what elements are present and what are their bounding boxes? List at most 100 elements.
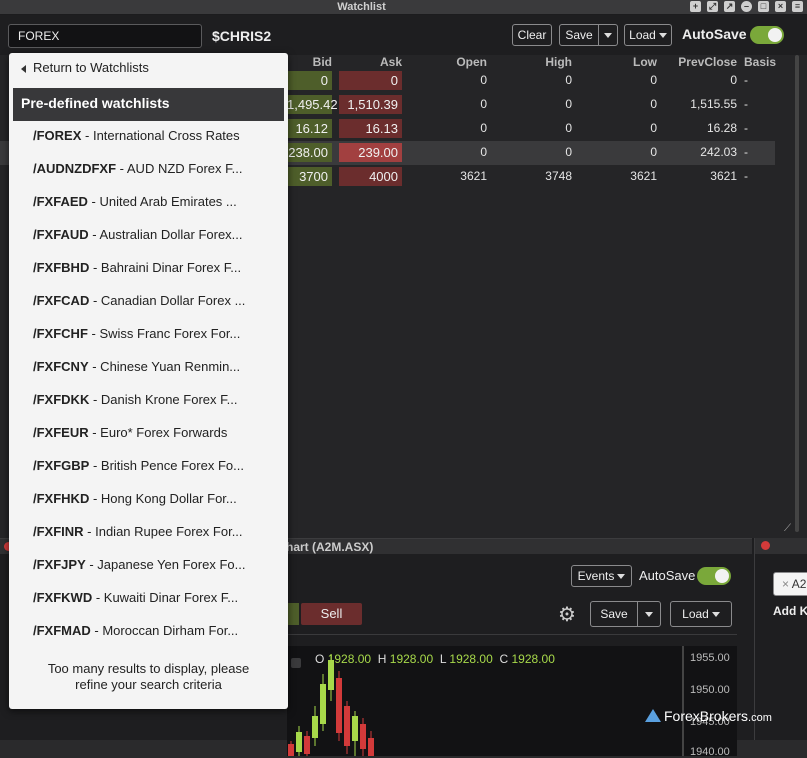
ask-cell[interactable]: 16.13 [339,119,402,138]
bid-cell[interactable]: 16.12 [287,119,332,138]
watchlist-item[interactable]: /FXFEUR - Euro* Forex Forwards [33,416,273,449]
resize-handle-icon[interactable]: ⟋ [784,523,791,534]
ohlc-close-label: C [499,652,509,666]
watchlist-search-input[interactable]: FOREX [8,24,202,48]
watchlist-code: /FXFCAD [33,293,90,308]
watchlist-item[interactable]: /FXFBHD - Bahraini Dinar Forex F... [33,251,273,284]
watchlist-desc: - Danish Krone Forex F... [89,392,238,407]
add-icon[interactable]: + [690,1,701,12]
right-panel-tabbar [755,538,807,554]
bid-cell[interactable]: 1,495.42 [287,95,338,114]
vertical-scrollbar[interactable] [795,55,799,532]
low-cell: 3621 [630,169,657,183]
chart-settings-icon [291,658,301,668]
watchlist-item[interactable]: /FXFAED - United Arab Emirates ... [33,185,273,218]
high-cell: 3748 [545,169,572,183]
watchlist-desc: - Hong Kong Dollar For... [89,491,237,506]
menu-icon[interactable]: ≡ [792,1,803,12]
close-icon[interactable]: × [775,1,786,12]
clear-button[interactable]: Clear [512,24,552,46]
chart-save-dropdown-button[interactable] [637,601,661,627]
settings-gear-icon[interactable]: ⚙ [558,602,576,627]
watchlist-item[interactable]: /FXFHKD - Hong Kong Dollar For... [33,482,273,515]
watchlist-code: /FXFBHD [33,260,90,275]
save-dropdown-button[interactable] [598,24,618,46]
return-to-watchlists-link[interactable]: Return to Watchlists [9,53,288,85]
candle [304,736,310,754]
ohlc-close: 1928.00 [511,652,555,666]
watchlist-code: /FOREX [33,128,82,143]
watchlist-desc: - Swiss Franc Forex For... [87,326,241,341]
watchlist-code: /FXFGBP [33,458,90,473]
watchlist-item[interactable]: /FXFCAD - Canadian Dollar Forex ... [33,284,273,317]
popout-icon[interactable]: ↗ [724,1,735,12]
load-button[interactable]: Load [624,24,672,46]
low-cell: 0 [650,97,657,111]
bid-cell[interactable]: 238.00 [287,143,332,162]
chart-autosave-toggle[interactable] [697,567,731,585]
watchlist-item[interactable]: /FXFJPY - Japanese Yen Forex Fo... [33,548,273,581]
watchlist-desc: - Bahraini Dinar Forex F... [89,260,242,275]
window-controls: + ⤢ ↗ – □ × ≡ [690,1,803,12]
column-header-basis[interactable]: Basis [744,55,784,69]
column-header-bid[interactable]: Bid [290,55,332,69]
column-header-low[interactable]: Low [590,55,657,69]
candle [288,744,294,756]
chart-save-button[interactable]: Save [590,601,638,627]
watchlist-item[interactable]: /FXFDKK - Danish Krone Forex F... [33,383,273,416]
save-button[interactable]: Save [559,24,599,46]
tag-input[interactable]: × A2 [773,572,807,596]
watchlist-desc: - Japanese Yen Forex Fo... [85,557,246,572]
section-header: Pre-defined watchlists [13,88,284,121]
ohlc-low-label: L [439,652,447,666]
expand-icon[interactable]: ⤢ [707,1,718,12]
column-header-ask[interactable]: Ask [340,55,402,69]
minimize-icon[interactable]: – [741,1,752,12]
brand-logo-icon [645,709,661,722]
watchlist-item[interactable]: /FXFKWD - Kuwaiti Dinar Forex F... [33,581,273,614]
watchlist-item[interactable]: /FXFAUD - Australian Dollar Forex... [33,218,273,251]
watchlist-desc: - Chinese Yuan Renmin... [88,359,241,374]
watchlist-item[interactable]: /FOREX - International Cross Rates [33,119,273,152]
candle [352,716,358,741]
column-header-prevclose[interactable]: PrevClose [660,55,737,69]
y-tick-label: 1940.00 [690,746,730,758]
ask-cell[interactable]: 4000 [339,167,402,186]
watchlist-desc: - Euro* Forex Forwards [88,425,228,440]
sell-button[interactable]: Sell [301,603,362,625]
low-cell: 0 [650,121,657,135]
watchlist-code: /FXFKWD [33,590,93,605]
buy-button[interactable] [287,603,299,625]
add-keyword-label: Add Ke [773,604,807,618]
watchlist-item[interactable]: /FXFMAD - Moroccan Dirham For... [33,614,273,647]
watchlist-code: /FXFMAD [33,623,91,638]
watchlist-item[interactable]: /FXFCNY - Chinese Yuan Renmin... [33,350,273,383]
remove-tag-icon[interactable]: × [782,577,789,591]
ask-cell[interactable]: 0 [339,71,402,90]
maximize-icon[interactable]: □ [758,1,769,12]
events-label: Events [577,569,615,583]
ohlc-open-label: O [315,652,325,666]
watchlist-toolbar: FOREX $CHRIS2 Clear Save Load AutoSave [0,15,807,55]
watchlist-desc: - International Cross Rates [81,128,240,143]
ask-cell[interactable]: 1,510.39 [339,95,402,114]
ask-cell[interactable]: 239.00 [339,143,402,162]
watchlist-desc: - United Arab Emirates ... [87,194,237,209]
watchlist-item[interactable]: /FXFCHF - Swiss Franc Forex For... [33,317,273,350]
open-cell: 0 [480,121,487,135]
bid-cell[interactable]: 0 [287,71,332,90]
column-header-high[interactable]: High [500,55,572,69]
watermark-logo: ForexBrokers.com [645,708,772,724]
chart-load-button[interactable]: Load [670,601,732,627]
watchlist-code: /FXFINR [33,524,84,539]
watchlist-item[interactable]: /FXFGBP - British Pence Forex Fo... [33,449,273,482]
watchlist-item[interactable]: /AUDNZDFXF - AUD NZD Forex F... [33,152,273,185]
chart-tab-title[interactable]: hart (A2M.ASX) [286,540,373,554]
events-button[interactable]: Events [571,565,632,587]
bid-cell[interactable]: 3700 [287,167,332,186]
autosave-toggle[interactable] [750,26,784,44]
watchlist-code: /FXFJPY [33,557,86,572]
column-header-open[interactable]: Open [420,55,487,69]
watchlist-item[interactable]: /FXFINR - Indian Rupee Forex For... [33,515,273,548]
window-title: Watchlist [337,1,386,13]
